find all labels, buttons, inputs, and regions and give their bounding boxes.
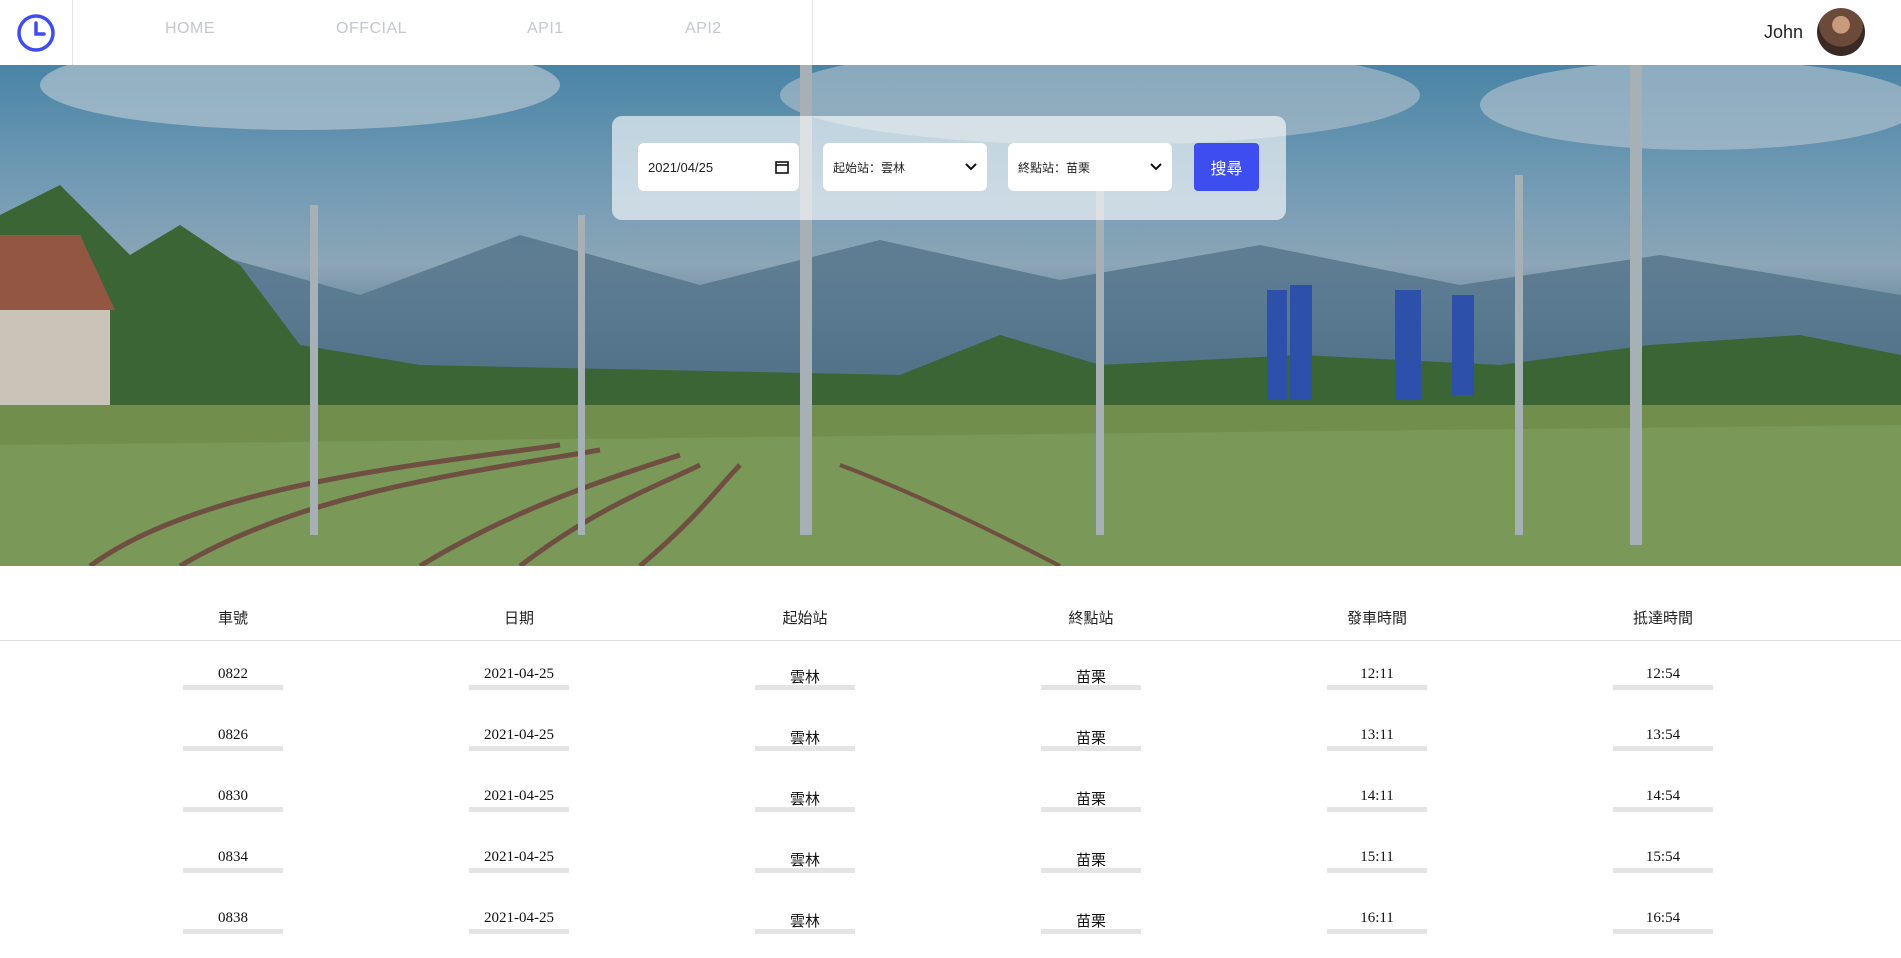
to-station-text: 終點站：苗栗 xyxy=(1018,159,1090,176)
nav-api1[interactable]: API1 xyxy=(527,20,564,38)
chevron-down-icon xyxy=(965,163,977,171)
cell-to: 苗栗 xyxy=(1041,906,1141,934)
cell-depart: 15:11 xyxy=(1327,845,1427,873)
nav-official[interactable]: OFFCIAL xyxy=(336,20,407,38)
avatar[interactable] xyxy=(1817,8,1865,56)
cell-depart: 13:11 xyxy=(1327,723,1427,751)
cell-arrive: 15:54 xyxy=(1613,845,1713,873)
table-row: 0826 2021-04-25 雲林 苗栗 13:11 13:54 xyxy=(0,715,1901,775)
top-header: HOME OFFCIAL API1 API2 John xyxy=(0,0,1901,66)
user-menu[interactable]: John xyxy=(1764,7,1865,57)
cell-depart: 12:11 xyxy=(1327,662,1427,690)
to-station-label: 終點站： xyxy=(1018,160,1067,175)
cell-train-no: 0834 xyxy=(183,845,283,873)
table-row: 0838 2021-04-25 雲林 苗栗 16:11 16:54 xyxy=(0,898,1901,958)
header-depart: 發車時間 xyxy=(1346,609,1407,627)
table-row: 0830 2021-04-25 雲林 苗栗 14:11 14:54 xyxy=(0,776,1901,836)
to-station-select[interactable]: 終點站：苗栗 xyxy=(1008,143,1172,191)
cell-to: 苗栗 xyxy=(1041,723,1141,751)
cell-from: 雲林 xyxy=(755,662,855,690)
header-from: 起始站 xyxy=(782,609,828,627)
cell-train-no: 0826 xyxy=(183,723,283,751)
hero-banner: 2021/04/25 起始站：雲林 終點站：苗栗 搜尋 xyxy=(0,65,1901,566)
cell-date: 2021-04-25 xyxy=(469,723,569,751)
search-button[interactable]: 搜尋 xyxy=(1194,143,1259,191)
cell-date: 2021-04-25 xyxy=(469,845,569,873)
chevron-down-icon xyxy=(1150,163,1162,171)
cell-from: 雲林 xyxy=(755,845,855,873)
cell-date: 2021-04-25 xyxy=(469,662,569,690)
cell-from: 雲林 xyxy=(755,784,855,812)
cell-train-no: 0822 xyxy=(183,662,283,690)
table-header: 車號 日期 起始站 終點站 發車時間 抵達時間 xyxy=(0,598,1901,641)
header-train-no: 車號 xyxy=(217,609,248,627)
header-to: 終點站 xyxy=(1068,609,1114,627)
cell-from: 雲林 xyxy=(755,906,855,934)
header-date: 日期 xyxy=(503,609,534,627)
table-row: 0834 2021-04-25 雲林 苗栗 15:11 15:54 xyxy=(0,837,1901,897)
from-station-label: 起始站： xyxy=(833,160,882,175)
header-arrive: 抵達時間 xyxy=(1632,609,1693,627)
main-nav: HOME OFFCIAL API1 API2 xyxy=(72,0,813,65)
date-input[interactable]: 2021/04/25 xyxy=(638,143,799,191)
cell-arrive: 16:54 xyxy=(1613,906,1713,934)
cell-depart: 16:11 xyxy=(1327,906,1427,934)
to-station-value: 苗栗 xyxy=(1066,160,1091,175)
cell-to: 苗栗 xyxy=(1041,662,1141,690)
nav-api2[interactable]: API2 xyxy=(685,20,722,38)
cell-to: 苗栗 xyxy=(1041,845,1141,873)
calendar-icon[interactable] xyxy=(775,160,789,174)
cell-arrive: 13:54 xyxy=(1613,723,1713,751)
nav-home[interactable]: HOME xyxy=(165,20,215,38)
table-row: 0822 2021-04-25 雲林 苗栗 12:11 12:54 xyxy=(0,654,1901,714)
cell-date: 2021-04-25 xyxy=(469,906,569,934)
clock-icon xyxy=(17,13,55,52)
logo[interactable] xyxy=(0,0,73,65)
cell-arrive: 14:54 xyxy=(1613,784,1713,812)
from-station-text: 起始站：雲林 xyxy=(833,159,905,176)
from-station-value: 雲林 xyxy=(881,160,906,175)
cell-train-no: 0838 xyxy=(183,906,283,934)
cell-train-no: 0830 xyxy=(183,784,283,812)
date-value: 2021/04/25 xyxy=(648,159,714,175)
cell-from: 雲林 xyxy=(755,723,855,751)
cell-depart: 14:11 xyxy=(1327,784,1427,812)
cell-arrive: 12:54 xyxy=(1613,662,1713,690)
cell-date: 2021-04-25 xyxy=(469,784,569,812)
search-panel: 2021/04/25 起始站：雲林 終點站：苗栗 搜尋 xyxy=(612,116,1286,220)
from-station-select[interactable]: 起始站：雲林 xyxy=(823,143,987,191)
user-name: John xyxy=(1763,21,1803,42)
cell-to: 苗栗 xyxy=(1041,784,1141,812)
